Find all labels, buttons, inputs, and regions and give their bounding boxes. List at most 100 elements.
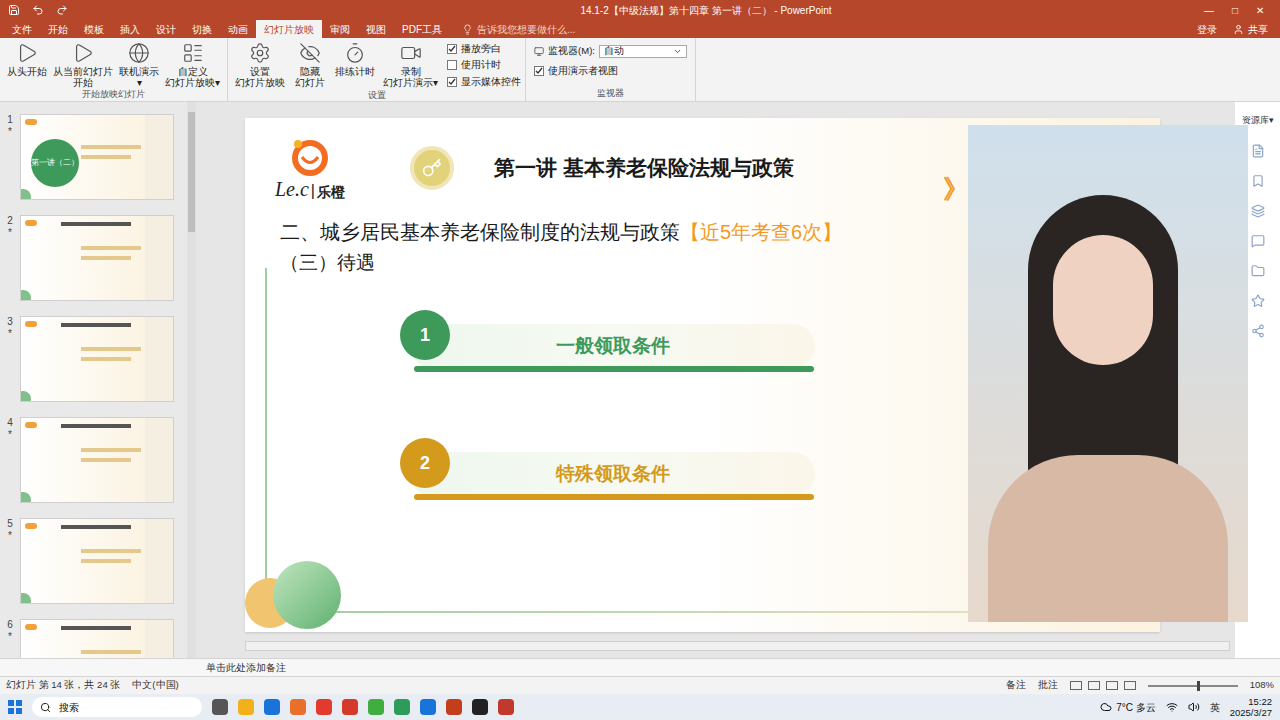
ribbon-button[interactable]: 自定义幻灯片放映▾ <box>162 42 223 88</box>
checkbox[interactable] <box>447 77 457 87</box>
ribbon-button[interactable]: 隐藏幻灯片 <box>290 42 330 89</box>
ribbon-button[interactable]: 从头开始 <box>4 42 50 88</box>
slide-thumbnail[interactable]: 3* <box>0 316 187 402</box>
slide-thumbnail[interactable]: 2* <box>0 215 187 301</box>
zoom-slider[interactable] <box>1148 685 1238 687</box>
ribbon-checkbox[interactable]: 播放旁白 <box>447 42 521 56</box>
undo-icon[interactable] <box>32 4 44 16</box>
windows-start-icon[interactable] <box>8 700 22 714</box>
ribbon-tab[interactable]: 切换 <box>184 20 220 38</box>
ribbon-button-icon <box>344 42 366 64</box>
taskbar-search[interactable]: 搜索 <box>32 697 202 717</box>
slide-thumbnail[interactable]: 4* <box>0 417 187 503</box>
window-control[interactable]: ✕ <box>1256 3 1264 18</box>
ribbon-tab[interactable]: 设计 <box>148 20 184 38</box>
save-icon[interactable] <box>8 4 20 16</box>
wifi-icon[interactable] <box>1166 701 1178 713</box>
ribbon-tab[interactable]: 视图 <box>358 20 394 38</box>
ribbon-button[interactable]: 排练计时 <box>332 42 378 89</box>
ribbon-tab[interactable]: 动画 <box>220 20 256 38</box>
taskbar-app-icon[interactable] <box>264 699 280 715</box>
ribbon-button-icon <box>182 42 204 64</box>
taskbar-app-icon[interactable] <box>316 699 332 715</box>
checkbox[interactable] <box>534 66 544 76</box>
window-control[interactable]: □ <box>1232 3 1238 18</box>
view-button-icon[interactable] <box>1088 681 1100 690</box>
zoom-level[interactable]: 108% <box>1250 678 1274 692</box>
ribbon-group: 监视器(M):自动使用演示者视图监视器 <box>526 38 696 101</box>
volume-icon[interactable] <box>1188 701 1200 713</box>
canvas-scrollbar[interactable] <box>245 641 1230 651</box>
slide-thumbnail[interactable]: 1*第一讲（二） <box>0 114 187 200</box>
login-link[interactable]: 登录 <box>1189 20 1225 38</box>
slide-title: 第一讲 基本养老保险法规与政策 <box>494 152 794 184</box>
ribbon-button-icon <box>16 42 38 64</box>
ribbon-tab[interactable]: 文件 <box>4 20 40 38</box>
language[interactable]: 中文(中国) <box>132 678 178 692</box>
share-button[interactable]: 共享 <box>1225 20 1276 38</box>
view-button-icon[interactable] <box>1070 681 1082 690</box>
taskbar-app-icon[interactable] <box>420 699 436 715</box>
slide-counter: 幻灯片 第 14 张，共 24 张 <box>6 678 120 692</box>
taskbar-app-icon[interactable] <box>446 699 462 715</box>
ribbon-tab[interactable]: 审阅 <box>322 20 358 38</box>
notes-toggle[interactable]: 备注 <box>1006 678 1026 692</box>
taskbar-app-icon[interactable] <box>368 699 384 715</box>
ribbon-tab[interactable]: PDF工具 <box>394 20 450 38</box>
monitor-icon <box>534 46 544 57</box>
ribbon-tab[interactable]: 插入 <box>112 20 148 38</box>
resource-tool-icon[interactable] <box>1251 294 1265 308</box>
ribbon-tab[interactable]: 模板 <box>76 20 112 38</box>
presenter-view-checkbox[interactable]: 使用演示者视图 <box>534 64 687 78</box>
comments-toggle[interactable]: 批注 <box>1038 678 1058 692</box>
ribbon-tab[interactable]: 开始 <box>40 20 76 38</box>
resource-tool-icon[interactable] <box>1251 144 1265 158</box>
condition-item[interactable]: 特殊领取条件2 <box>400 438 815 504</box>
tell-me-search[interactable]: 告诉我您想要做什么... <box>462 20 575 38</box>
resource-tool-icon[interactable] <box>1251 174 1265 188</box>
notes-pane[interactable]: 单击此处添加备注 <box>0 658 1280 676</box>
taskbar-app-icon[interactable] <box>472 699 488 715</box>
ribbon-button-icon <box>72 42 94 64</box>
view-button-icon[interactable] <box>1106 681 1118 690</box>
weather[interactable]: 7°C 多云 <box>1100 700 1156 715</box>
lightbulb-icon <box>462 24 473 35</box>
condition-item[interactable]: 一般领取条件1 <box>400 310 815 376</box>
resource-tool-icon[interactable] <box>1251 264 1265 278</box>
taskbar-app-icon[interactable] <box>342 699 358 715</box>
resource-tool-icon[interactable] <box>1251 204 1265 218</box>
resource-tool-icon[interactable] <box>1251 234 1265 248</box>
title-bar: 14.1-2【中级法规】第十四章 第一讲（二） - PowerPoint—□✕ <box>0 0 1280 20</box>
resource-tool-icon[interactable] <box>1251 324 1265 338</box>
ribbon-button[interactable]: 设置幻灯片放映 <box>232 42 288 89</box>
orange-logo-icon <box>289 137 331 179</box>
clock[interactable]: 15:222025/3/27 <box>1230 696 1272 718</box>
taskbar-app-icon[interactable] <box>212 699 228 715</box>
checkbox[interactable] <box>447 44 457 54</box>
ime-indicator[interactable]: 英 <box>1210 700 1220 715</box>
monitor-select[interactable]: 自动 <box>599 45 687 58</box>
taskbar-app-icon[interactable] <box>394 699 410 715</box>
ribbon: 从头开始从当前幻灯片开始联机演示▾自定义幻灯片放映▾开始放映幻灯片设置幻灯片放映… <box>0 38 1280 102</box>
status-bar: 幻灯片 第 14 张，共 24 张中文(中国) 备注批注 108% <box>0 676 1280 694</box>
webcam-video <box>968 125 1248 622</box>
key-badge <box>410 146 454 190</box>
taskbar-app-icon[interactable] <box>498 699 514 715</box>
ribbon-button[interactable]: 从当前幻灯片开始 <box>50 42 116 88</box>
slide-thumbnail[interactable]: 6* <box>0 619 187 658</box>
checkbox[interactable] <box>447 60 457 70</box>
ribbon-tab[interactable]: 幻灯片放映 <box>256 20 322 38</box>
ribbon-button[interactable]: 录制幻灯片演示▾ <box>380 42 441 89</box>
taskbar-app-icon[interactable] <box>290 699 306 715</box>
taskbar-app-icon[interactable] <box>238 699 254 715</box>
slide-thumbnail[interactable]: 5* <box>0 518 187 604</box>
view-button-icon[interactable] <box>1124 681 1136 690</box>
ribbon-checkbox[interactable]: 显示媒体控件 <box>447 75 521 89</box>
redo-icon[interactable] <box>56 4 68 16</box>
check-icon <box>448 78 456 86</box>
person-icon <box>1233 24 1244 35</box>
thumbnail-scrollbar[interactable] <box>187 102 196 658</box>
ribbon-checkbox[interactable]: 使用计时 <box>447 58 521 72</box>
ribbon-button[interactable]: 联机演示▾ <box>116 42 162 88</box>
window-control[interactable]: — <box>1204 3 1214 18</box>
